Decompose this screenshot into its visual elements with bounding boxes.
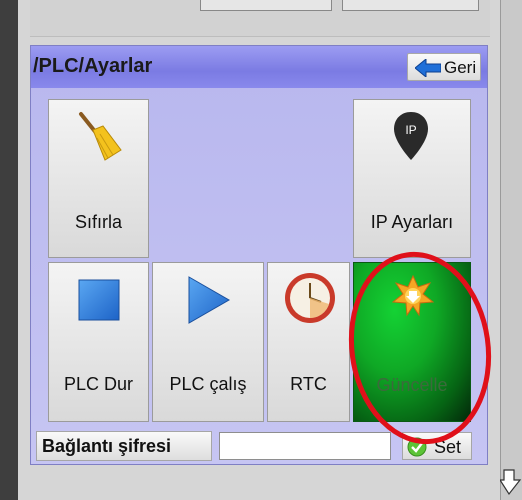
update-label: Güncelle xyxy=(376,375,448,395)
password-label: Bağlantı şifresi xyxy=(36,431,212,461)
set-button[interactable]: Set xyxy=(402,432,472,460)
play-icon xyxy=(188,276,231,324)
plc-run-label: PLC çalış xyxy=(169,374,247,394)
stop-icon xyxy=(78,279,120,321)
clock-icon xyxy=(285,273,335,323)
back-button[interactable]: Geri xyxy=(407,53,481,81)
arrow-left-icon xyxy=(415,59,441,77)
password-input[interactable] xyxy=(219,432,391,460)
update-icon xyxy=(392,275,434,317)
ip-pin-icon: IP xyxy=(394,112,428,160)
svg-text:IP: IP xyxy=(405,123,416,137)
window-left-edge xyxy=(0,0,18,500)
update-button[interactable]: Güncelle xyxy=(353,262,471,422)
ip-settings-label: IP Ayarları xyxy=(370,212,454,232)
partial-button xyxy=(200,0,332,11)
previous-panel-remnant xyxy=(30,0,490,37)
set-label: Set xyxy=(434,437,462,457)
partial-button xyxy=(342,0,479,11)
check-icon xyxy=(407,437,427,457)
reset-label: Sıfırla xyxy=(74,212,122,232)
panel-header: /PLC/Ayarlar Geri xyxy=(31,46,487,88)
resize-arrow-icon xyxy=(500,469,522,496)
scrollbar[interactable] xyxy=(500,0,522,500)
password-row: Bağlantı şifresi Set xyxy=(31,428,487,464)
plc-stop-label: PLC Dur xyxy=(63,374,134,394)
plc-settings-panel: /PLC/Ayarlar Geri Sıfırla IP IP Ayarları xyxy=(30,45,488,465)
rtc-button[interactable]: RTC xyxy=(267,262,350,422)
ip-settings-button[interactable]: IP IP Ayarları xyxy=(353,99,471,258)
page-title: /PLC/Ayarlar xyxy=(33,55,153,77)
back-label: Geri xyxy=(444,58,477,77)
reset-button[interactable]: Sıfırla xyxy=(48,99,149,258)
plc-run-button[interactable]: PLC çalış xyxy=(152,262,264,422)
rtc-label: RTC xyxy=(290,374,327,394)
plc-stop-button[interactable]: PLC Dur xyxy=(48,262,149,422)
broom-icon xyxy=(79,112,122,161)
